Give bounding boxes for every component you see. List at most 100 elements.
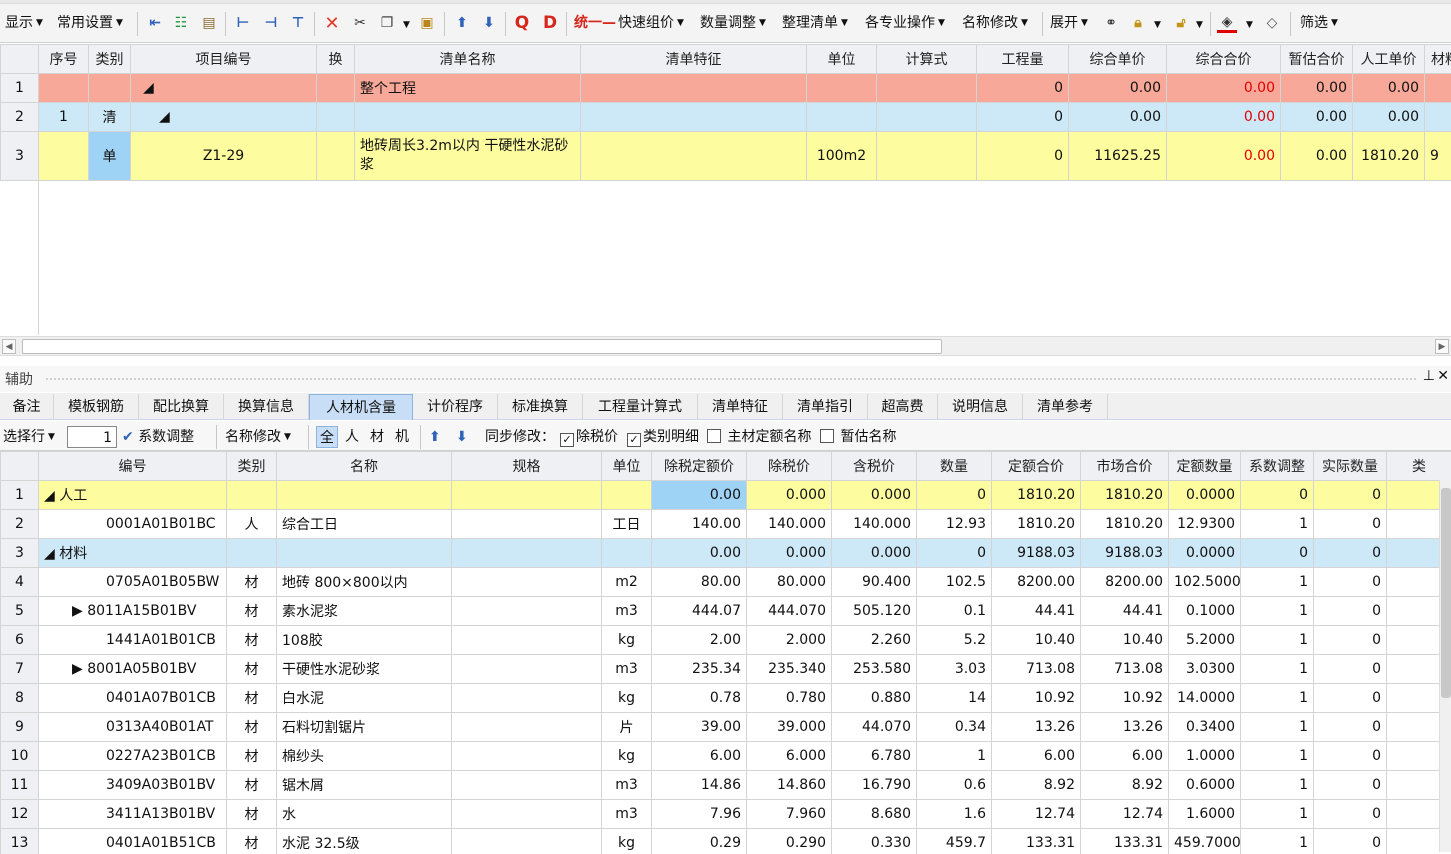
col-header[interactable]: 清单特征	[580, 44, 807, 74]
unlock-dropdown[interactable]: ▼	[1193, 13, 1203, 37]
market-total-cell[interactable]: 1810.20	[1080, 509, 1169, 539]
category-cell[interactable]: 材	[226, 654, 277, 684]
tax-price-cell[interactable]: 0.000	[831, 480, 917, 510]
name-cell[interactable]: 干硬性水泥砂浆	[276, 654, 452, 684]
col-header[interactable]: 项目编号	[130, 44, 317, 74]
chk-main-material-name[interactable]: 主材定额名称	[707, 426, 811, 448]
market-total-cell[interactable]: 1810.20	[1080, 480, 1169, 510]
pretax-price-cell[interactable]: 80.000	[746, 567, 832, 597]
unify-button[interactable]: 统一—	[574, 11, 616, 35]
coef-cell[interactable]: 1	[1240, 712, 1314, 742]
pretax-quota-price-cell[interactable]: 39.00	[651, 712, 747, 742]
tab-5[interactable]: 计价程序	[413, 394, 498, 420]
col-header[interactable]: 市场合价	[1080, 451, 1169, 481]
code-cell[interactable]: ◢	[130, 102, 317, 132]
pretax-quota-price-cell[interactable]: 444.07	[651, 596, 747, 626]
tab-6[interactable]: 标准换算	[498, 394, 583, 420]
unit-price-cell[interactable]: 11625.25	[1068, 131, 1167, 181]
vertical-scrollbar[interactable]	[1439, 480, 1451, 852]
quantity-cell[interactable]: 0.6	[916, 770, 992, 800]
unit-cell[interactable]: 片	[601, 712, 652, 742]
category-cell[interactable]: 材	[226, 596, 277, 626]
tax-price-cell[interactable]: 8.680	[831, 799, 917, 829]
pretax-price-cell[interactable]: 0.290	[746, 828, 832, 854]
name-cell[interactable]: 水	[276, 799, 452, 829]
coef-cell[interactable]: 1	[1240, 770, 1314, 800]
move-up-icon[interactable]: ⬆	[452, 13, 472, 33]
organize-list-menu[interactable]: 整理清单 ▼	[782, 11, 848, 35]
code-cell[interactable]: 3411A13B01BV	[38, 799, 227, 829]
row-number[interactable]: 12	[0, 799, 39, 829]
quota-quantity-cell[interactable]: 3.0300	[1168, 654, 1241, 684]
estimate-cell[interactable]: 0.00	[1280, 131, 1353, 181]
display-menu[interactable]: 显示 ▼	[5, 11, 43, 35]
pretax-quota-price-cell[interactable]: 6.00	[651, 741, 747, 771]
name-cell[interactable]: 锯木屑	[276, 770, 452, 800]
quantity-cell[interactable]: 12.93	[916, 509, 992, 539]
spec-cell[interactable]	[451, 596, 602, 626]
quantity-cell[interactable]: 5.2	[916, 625, 992, 655]
spec-cell[interactable]	[451, 770, 602, 800]
row-number[interactable]: 6	[0, 625, 39, 655]
close-icon[interactable]: ✕	[1437, 368, 1449, 384]
coef-cell[interactable]: 1	[1240, 567, 1314, 597]
formula-cell[interactable]	[876, 102, 977, 132]
name-cell[interactable]	[276, 538, 452, 568]
tax-price-cell[interactable]: 0.330	[831, 828, 917, 854]
col-header[interactable]: 材料	[1424, 44, 1451, 74]
code-cell[interactable]: ◢ 材料	[38, 538, 227, 568]
quantity-cell[interactable]: 3.03	[916, 654, 992, 684]
table-row[interactable]: 4 0705A01B05BW 材地砖 800×800以内 m2 80.00 80.000 9…	[0, 567, 1451, 597]
col-header[interactable]: 定额合价	[991, 451, 1081, 481]
row-number[interactable]: 2	[0, 509, 39, 539]
tab-9[interactable]: 清单指引	[783, 394, 868, 420]
category-cell[interactable]: 清	[88, 102, 131, 132]
quota-quantity-cell[interactable]: 102.5000	[1168, 567, 1241, 597]
table-row[interactable]: 10 0227A23B01CB 材棉纱头 kg 6.00 6.000 6.780 1 6.00 6…	[0, 741, 1451, 771]
pretax-quota-price-cell[interactable]: 14.86	[651, 770, 747, 800]
name-cell[interactable]: 地砖周长3.2m以内 干硬性水泥砂浆	[354, 131, 581, 181]
coef-cell[interactable]: 1	[1240, 741, 1314, 771]
paste-icon[interactable]: ▣	[417, 13, 437, 33]
indent-icon[interactable]: ☷	[171, 13, 191, 33]
name-cell[interactable]: 108胶	[276, 625, 452, 655]
row-number[interactable]: 7	[0, 654, 39, 684]
quota-quantity-cell[interactable]: 1.0000	[1168, 741, 1241, 771]
pretax-quota-price-cell[interactable]: 0.00	[651, 480, 747, 510]
tax-price-cell[interactable]: 90.400	[831, 567, 917, 597]
col-header[interactable]: 规格	[451, 451, 602, 481]
row-number[interactable]: 3	[0, 131, 39, 181]
chk-estimate-name[interactable]: 暂估名称	[820, 426, 896, 448]
quota-total-cell[interactable]: 10.40	[991, 625, 1081, 655]
move-up-icon[interactable]: ⬆	[429, 426, 441, 448]
horizontal-scrollbar[interactable]: ◀ ▶	[0, 336, 1451, 356]
category-cell[interactable]: 材	[226, 567, 277, 597]
col-header[interactable]: 类	[1386, 451, 1451, 481]
col-header[interactable]: 编号	[38, 451, 227, 481]
quota-quantity-cell[interactable]: 0.6000	[1168, 770, 1241, 800]
col-header[interactable]: 综合合价	[1166, 44, 1281, 74]
name-cell[interactable]	[276, 480, 452, 510]
quota-quantity-cell[interactable]: 0.1000	[1168, 596, 1241, 626]
row-number[interactable]: 4	[0, 567, 39, 597]
col-header[interactable]: 综合单价	[1068, 44, 1167, 74]
actual-quantity-cell[interactable]: 0	[1313, 509, 1387, 539]
row-number[interactable]: 11	[0, 770, 39, 800]
clipboard-icon[interactable]: ▤	[199, 13, 219, 33]
common-settings-menu[interactable]: 常用设置 ▼	[57, 11, 123, 35]
unit-cell[interactable]: m3	[601, 596, 652, 626]
col-header[interactable]: 除税价	[746, 451, 832, 481]
filter-material-button[interactable]: 材	[370, 426, 384, 448]
pretax-quota-price-cell[interactable]: 80.00	[651, 567, 747, 597]
chk-category-detail[interactable]: ✓ 类别明细	[627, 426, 699, 448]
market-total-cell[interactable]: 713.08	[1080, 654, 1169, 684]
formula-cell[interactable]	[876, 131, 977, 181]
col-header[interactable]: 人工单价	[1352, 44, 1425, 74]
spec-cell[interactable]	[451, 712, 602, 742]
category-cell[interactable]	[88, 73, 131, 103]
tree-sibling-icon[interactable]: ⊤	[288, 13, 308, 33]
code-cell[interactable]: 0001A01B01BC	[38, 509, 227, 539]
quota-quantity-cell[interactable]: 459.7000	[1168, 828, 1241, 854]
name-cell[interactable]: 石料切割锯片	[276, 712, 452, 742]
tab-3[interactable]: 换算信息	[224, 394, 309, 420]
